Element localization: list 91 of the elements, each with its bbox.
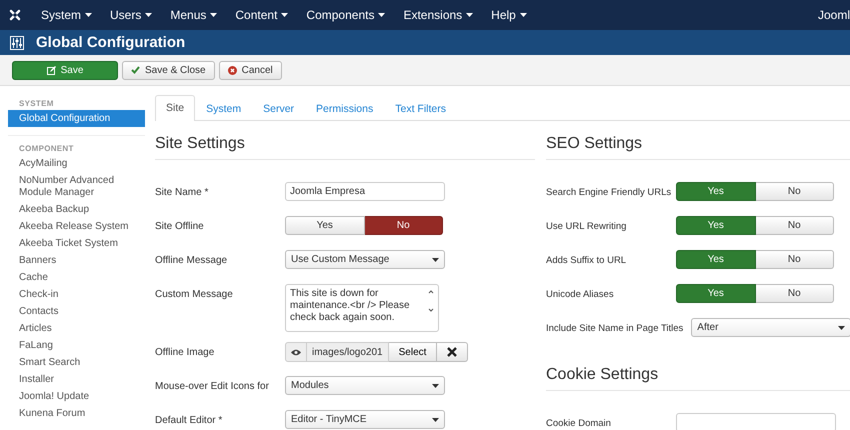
menu-item[interactable]: System (32, 8, 102, 22)
section-title: SEO Settings (546, 121, 850, 160)
check-icon (131, 66, 140, 74)
clear-button[interactable] (437, 342, 468, 362)
toggle-option[interactable]: Yes (676, 182, 756, 201)
sidebar-item[interactable]: Contacts (8, 303, 145, 320)
caret-icon (432, 418, 439, 422)
sidebar-item[interactable]: Smart Search (8, 354, 145, 371)
select-field[interactable]: Use Custom Message (285, 250, 445, 269)
image-path-field[interactable]: images/logo201 (307, 342, 389, 362)
section-title: Site Settings (155, 121, 535, 160)
sidebar-item[interactable]: Akeeba Release System (8, 218, 145, 235)
sidebar-heading: COMPONENT (8, 135, 145, 155)
sidebar-item[interactable]: Check-in (8, 286, 145, 303)
menu-item[interactable]: Menus (161, 8, 226, 22)
sidebar-item[interactable]: NoNumber Advanced Module Manager (8, 172, 145, 201)
toggle-option[interactable]: No (364, 216, 443, 235)
caret-icon (466, 13, 474, 17)
menu-item[interactable]: Components (297, 8, 394, 22)
toggle-option[interactable]: No (756, 216, 834, 235)
field-label: Adds Suffix to URL (546, 254, 628, 266)
sliders-icon (10, 36, 24, 50)
tab[interactable]: Site (155, 95, 196, 121)
toggle-option[interactable]: Yes (285, 216, 364, 235)
field-label: Search Engine Friendly URLs (546, 186, 672, 198)
toggle-option[interactable]: No (756, 250, 834, 269)
tab[interactable]: Server (252, 96, 306, 121)
tab[interactable]: Permissions (305, 96, 384, 121)
menu-item[interactable]: Help (482, 8, 536, 22)
toggle-option[interactable]: Yes (676, 250, 756, 269)
sidebar-item[interactable]: Joomla! Update (8, 388, 145, 405)
field-label: Site Name * (155, 186, 210, 198)
select-field[interactable]: Modules (285, 376, 445, 395)
field-label: Mouse-over Edit Icons for (155, 380, 270, 392)
menu-item[interactable]: Users (101, 8, 162, 22)
edit-icon (46, 66, 56, 74)
page-title: Global Configuration (36, 34, 186, 51)
caret-icon (145, 13, 152, 17)
toolbar-button[interactable]: Save & Close (122, 60, 215, 80)
toggle-option[interactable]: No (756, 182, 834, 201)
field-label: Include Site Name in Page Titles (546, 322, 684, 334)
caret-icon (432, 258, 439, 262)
select-button[interactable]: Select (388, 342, 438, 362)
field-label: Use URL Rewriting (546, 220, 628, 232)
field-label: Default Editor * (155, 414, 224, 426)
toggle-option[interactable]: Yes (676, 216, 756, 235)
caret-icon (210, 13, 218, 17)
sidebar-item[interactable]: Banners (8, 252, 145, 269)
toggle-option[interactable]: Yes (676, 284, 756, 303)
sidebar-item[interactable]: Installer (8, 371, 145, 388)
user-menu[interactable]: Jooml (808, 8, 850, 22)
field-label: Unicode Aliases (546, 288, 615, 300)
toggle-option[interactable]: No (756, 284, 834, 303)
text-field[interactable]: Joomla Empresa (285, 182, 445, 201)
caret-icon (432, 384, 439, 388)
caret-icon (378, 13, 386, 17)
field-label: Custom Message (155, 288, 234, 300)
caret-icon (85, 13, 92, 17)
field-label: Cookie Domain (546, 417, 612, 429)
preview-button[interactable] (285, 342, 307, 362)
menu-item[interactable]: Extensions (394, 8, 482, 22)
caret-icon (520, 13, 527, 17)
sidebar-item[interactable]: Global Configuration (8, 110, 145, 127)
tab[interactable]: Text Filters (384, 96, 457, 121)
section-title: Cookie Settings (546, 352, 850, 391)
caret-icon (838, 326, 846, 330)
cancel-icon (228, 66, 237, 74)
toolbar-button[interactable]: Save (12, 60, 118, 80)
logo-icon[interactable] (8, 8, 22, 22)
select-field[interactable]: Editor - TinyMCE (285, 410, 445, 429)
field-label: Offline Image (155, 346, 216, 358)
sidebar-item[interactable]: FaLang (8, 337, 145, 354)
text-field[interactable] (676, 413, 836, 430)
close-icon (447, 347, 458, 357)
sidebar-item[interactable]: Articles (8, 320, 145, 337)
field-label: Site Offline (155, 220, 205, 232)
sidebar-heading: SYSTEM (18, 98, 55, 110)
sidebar-item[interactable]: Kunena Forum (8, 405, 145, 422)
sidebar-item[interactable]: Akeeba Backup (8, 201, 145, 218)
select-field[interactable]: After (691, 318, 850, 337)
sidebar-item[interactable]: Akeeba Ticket System (8, 235, 145, 252)
field-label: Offline Message (155, 254, 228, 266)
toolbar-button[interactable]: Cancel (218, 60, 282, 80)
sidebar-item[interactable]: Cache (8, 269, 145, 286)
caret-icon (281, 13, 288, 17)
sidebar-item[interactable]: AcyMailing (8, 155, 145, 172)
tab[interactable]: System (195, 96, 252, 121)
menu-item[interactable]: Content (226, 8, 298, 22)
eye-icon (291, 348, 301, 356)
scroll-arrows-icon (428, 288, 434, 314)
textarea-field[interactable]: This site is down for maintenance.<br /> Please check back again soon. (285, 284, 439, 332)
